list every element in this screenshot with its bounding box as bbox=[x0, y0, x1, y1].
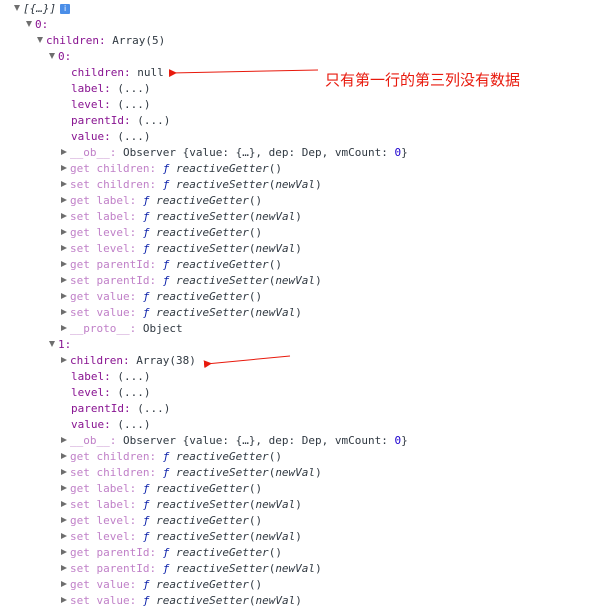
annotation-arrows bbox=[168, 69, 319, 369]
arrow-to-array38 bbox=[203, 355, 291, 369]
arrow-to-null bbox=[168, 69, 319, 78]
